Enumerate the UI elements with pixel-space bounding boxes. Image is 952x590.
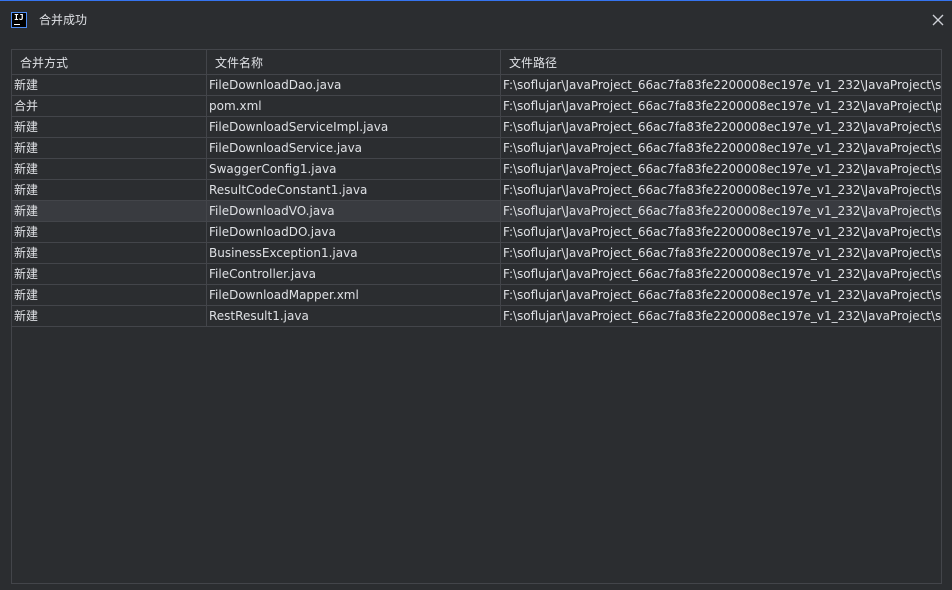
table-row[interactable]: 新建 FileDownloadVO.java F:\soflujar\JavaPro…: [12, 201, 942, 222]
file-path-cell: F:\soflujar\JavaProject_66ac7fa83fe22000…: [503, 309, 942, 323]
merge-mode-cell: 新建: [12, 306, 207, 326]
file-path-cell: F:\soflujar\JavaProject_66ac7fa83fe22000…: [503, 141, 942, 155]
merge-result-dialog: IJ 合并成功 合并方式 文件名称 文件路径 新建 FileDownloadDao…: [0, 0, 952, 590]
file-name-cell: FileDownloadVO.java: [207, 201, 501, 221]
file-name-cell: FileDownloadServiceImpl.java: [207, 117, 501, 137]
file-path-cell: F:\soflujar\JavaProject_66ac7fa83fe22000…: [503, 246, 942, 260]
file-path-cell: F:\soflujar\JavaProject_66ac7fa83fe22000…: [503, 162, 942, 176]
column-header-merge-mode[interactable]: 合并方式: [12, 50, 207, 74]
file-path-cell: F:\soflujar\JavaProject_66ac7fa83fe22000…: [503, 183, 942, 197]
table-row[interactable]: 新建 SwaggerConfig1.java F:\soflujar\JavaPro…: [12, 159, 942, 180]
file-name-cell: RestResult1.java: [207, 306, 501, 326]
table-row[interactable]: 新建 FileDownloadServiceImpl.java F:\sofluja…: [12, 117, 942, 138]
file-name-cell: FileDownloadDO.java: [207, 222, 501, 242]
merge-mode-cell: 新建: [12, 222, 207, 242]
file-name-cell: BusinessException1.java: [207, 243, 501, 263]
table-header: 合并方式 文件名称 文件路径: [12, 50, 941, 75]
dialog-title: 合并成功: [39, 13, 88, 27]
table-row[interactable]: 新建 FileDownloadService.java F:\soflujar\Ja…: [12, 138, 942, 159]
intellij-icon: IJ: [11, 12, 27, 28]
file-name-cell: FileDownloadDao.java: [207, 75, 501, 95]
table-row[interactable]: 新建 ResultCodeConstant1.java F:\soflujar\Ja…: [12, 180, 942, 201]
column-header-file-name[interactable]: 文件名称: [207, 50, 501, 74]
title-bar: IJ 合并成功: [0, 1, 952, 39]
merge-mode-cell: 新建: [12, 243, 207, 263]
table-row[interactable]: 新建 BusinessException1.java F:\soflujar\Jav…: [12, 243, 942, 264]
file-name-cell: SwaggerConfig1.java: [207, 159, 501, 179]
merge-mode-cell: 新建: [12, 285, 207, 305]
file-name-cell: FileDownloadMapper.xml: [207, 285, 501, 305]
merge-mode-cell: 新建: [12, 138, 207, 158]
file-path-cell: F:\soflujar\JavaProject_66ac7fa83fe22000…: [503, 267, 942, 281]
merge-mode-cell: 新建: [12, 117, 207, 137]
file-name-cell: pom.xml: [207, 96, 501, 116]
table-row[interactable]: 新建 FileDownloadDO.java F:\soflujar\JavaPro…: [12, 222, 942, 243]
close-icon: [932, 14, 944, 26]
merge-mode-cell: 新建: [12, 264, 207, 284]
file-name-cell: FileDownloadService.java: [207, 138, 501, 158]
close-button[interactable]: [928, 10, 948, 30]
table-row[interactable]: 新建 FileDownloadDao.java F:\soflujar\JavaPr…: [12, 75, 942, 96]
file-name-cell: ResultCodeConstant1.java: [207, 180, 501, 200]
file-path-cell: F:\soflujar\JavaProject_66ac7fa83fe22000…: [503, 120, 942, 134]
table-row[interactable]: 新建 RestResult1.java F:\soflujar\JavaProjec…: [12, 306, 942, 327]
table-row[interactable]: 新建 FileController.java F:\soflujar\JavaPro…: [12, 264, 942, 285]
file-name-cell: FileController.java: [207, 264, 501, 284]
merge-mode-cell: 新建: [12, 159, 207, 179]
column-header-file-path[interactable]: 文件路径: [501, 50, 941, 74]
merge-mode-cell: 合并: [12, 96, 207, 116]
file-path-cell: F:\soflujar\JavaProject_66ac7fa83fe22000…: [503, 288, 942, 302]
file-path-cell: F:\soflujar\JavaProject_66ac7fa83fe22000…: [503, 204, 942, 218]
merge-result-table[interactable]: 合并方式 文件名称 文件路径 新建 FileDownloadDao.java F:\…: [11, 49, 942, 584]
merge-mode-cell: 新建: [12, 201, 207, 221]
file-path-cell: F:\soflujar\JavaProject_66ac7fa83fe22000…: [503, 225, 942, 239]
file-path-cell: F:\soflujar\JavaProject_66ac7fa83fe22000…: [503, 99, 942, 113]
table-row[interactable]: 新建 FileDownloadMapper.xml F:\soflujar\Java…: [12, 285, 942, 306]
merge-mode-cell: 新建: [12, 180, 207, 200]
merge-mode-cell: 新建: [12, 75, 207, 95]
file-path-cell: F:\soflujar\JavaProject_66ac7fa83fe22000…: [503, 78, 942, 92]
table-row[interactable]: 合并 pom.xml F:\soflujar\JavaProject_66ac7fa…: [12, 96, 942, 117]
